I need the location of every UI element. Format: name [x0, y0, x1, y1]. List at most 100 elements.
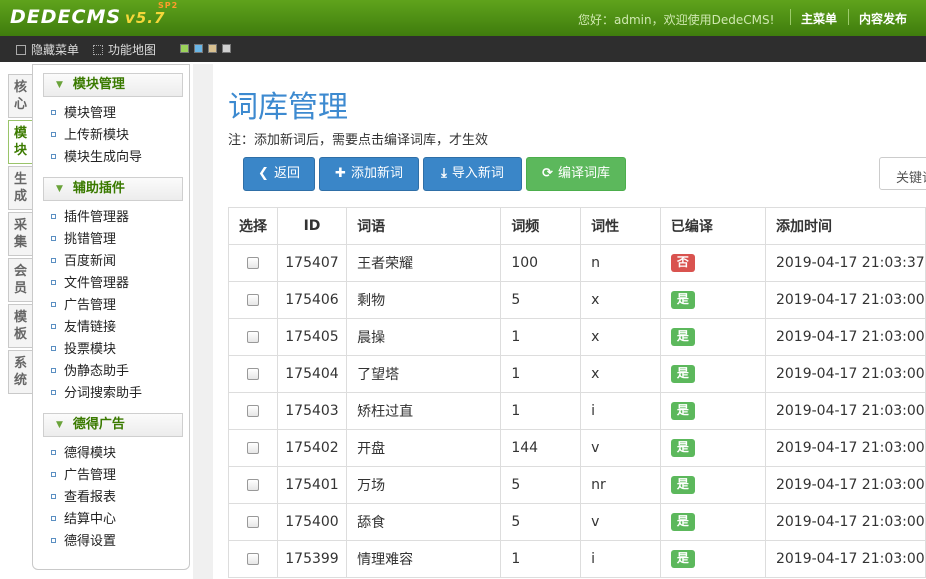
word-cell: 晨操: [346, 318, 502, 356]
pos-cell: i: [580, 392, 661, 430]
menu-group-dede-ads[interactable]: ▼ 德得广告: [43, 413, 183, 437]
menu-item[interactable]: 模块管理: [33, 103, 189, 125]
compiled-cell: 是: [659, 429, 766, 467]
tab-core[interactable]: 核心: [8, 74, 32, 118]
menu-group-plugins[interactable]: ▼ 辅助插件: [43, 177, 183, 201]
tab-label: 采集: [13, 218, 27, 250]
keyword-search-input[interactable]: 关键词: [879, 157, 926, 190]
select-cell: [228, 392, 278, 430]
tab-collect[interactable]: 采集: [8, 212, 32, 256]
add-word-button[interactable]: ✚ 添加新词: [319, 157, 419, 191]
id-cell: 175401: [276, 466, 348, 504]
compile-dictionary-button[interactable]: ⟳ 编译词库: [526, 157, 626, 191]
menu-item[interactable]: 结算中心: [33, 509, 189, 531]
menu-item[interactable]: 友情链接: [33, 317, 189, 339]
row-checkbox[interactable]: [246, 368, 259, 380]
tab-templates[interactable]: 模板: [8, 304, 32, 348]
tab-system[interactable]: 系统: [8, 350, 32, 394]
chevron-down-icon: ▼: [56, 80, 63, 90]
pos-cell: x: [580, 318, 661, 356]
main-menu-link[interactable]: 主菜单: [801, 10, 837, 27]
menu-item-label: 文件管理器: [64, 276, 130, 291]
menu-item[interactable]: 分词搜索助手: [33, 383, 189, 405]
pos-cell: x: [580, 281, 661, 319]
row-checkbox[interactable]: [246, 257, 259, 269]
tab-members[interactable]: 会员: [8, 258, 32, 302]
menu-item[interactable]: 德得设置: [33, 531, 189, 553]
theme-gray-swatch[interactable]: [222, 44, 231, 53]
bullet-icon: [51, 214, 56, 219]
site-map-button[interactable]: 功能地图: [93, 41, 156, 58]
tab-generate[interactable]: 生成: [8, 166, 32, 210]
compiled-badge: 是: [670, 291, 695, 309]
id-cell: 175405: [276, 318, 348, 356]
menu-item[interactable]: 广告管理: [33, 295, 189, 317]
welcome-text: 您好：admin，欢迎使用DedeCMS!: [578, 11, 774, 28]
site-map-label: 功能地图: [108, 43, 157, 57]
table-row: 175399 情理难容 1 i 是 2019-04-17 21:03:00: [228, 540, 926, 578]
row-checkbox[interactable]: [246, 479, 259, 491]
menu-item-label: 广告管理: [64, 468, 117, 483]
table-row: 175407 王者荣耀 100 n 否 2019-04-17 21:03:37: [228, 244, 926, 282]
menu-item[interactable]: 伪静态助手: [33, 361, 189, 383]
menu-item[interactable]: 插件管理器: [33, 207, 189, 229]
word-cell: 情理难容: [346, 540, 502, 578]
hide-menu-button[interactable]: 隐藏菜单: [16, 41, 79, 58]
tab-label: 核心: [13, 80, 27, 112]
bullet-icon: [51, 324, 56, 329]
menu-item[interactable]: 文件管理器: [33, 273, 189, 295]
menu-item[interactable]: 百度新闻: [33, 251, 189, 273]
menu-item[interactable]: 投票模块: [33, 339, 189, 361]
menu-item[interactable]: 上传新模块: [33, 125, 189, 147]
select-cell: [228, 540, 278, 578]
frequency-cell: 5: [500, 466, 582, 504]
word-cell: 开盘: [346, 429, 502, 467]
menu-item[interactable]: 查看报表: [33, 487, 189, 509]
row-checkbox[interactable]: [246, 294, 259, 306]
chevron-down-icon: ▼: [56, 184, 63, 194]
menu-item-label: 插件管理器: [64, 210, 130, 225]
menu-group-module-management[interactable]: ▼ 模块管理: [43, 73, 183, 97]
row-checkbox[interactable]: [246, 331, 259, 343]
sub-toolbar: 隐藏菜单 功能地图: [0, 36, 926, 62]
time-cell: 2019-04-17 21:03:37: [764, 244, 926, 282]
page-title: 词库管理: [228, 90, 348, 125]
import-words-button[interactable]: ⤓ 导入新词: [423, 157, 522, 191]
col-added-time: 添加时间: [764, 207, 926, 245]
top-header: DEDECMS v5.7 SP2 您好：admin，欢迎使用DedeCMS! 主菜…: [0, 0, 926, 36]
bullet-icon: [51, 132, 56, 137]
logo-text: DEDECMS: [10, 6, 122, 28]
select-cell: [228, 355, 278, 393]
row-checkbox[interactable]: [246, 405, 259, 417]
divider: [848, 9, 849, 25]
hide-menu-label: 隐藏菜单: [31, 43, 80, 57]
plus-icon: ✚: [335, 166, 346, 181]
id-cell: 175406: [276, 281, 348, 319]
theme-tan-swatch[interactable]: [208, 44, 217, 53]
row-checkbox[interactable]: [246, 553, 259, 565]
group-title: 模块管理: [72, 77, 125, 92]
bullet-icon: [51, 368, 56, 373]
row-checkbox[interactable]: [246, 442, 259, 454]
menu-item[interactable]: 德得模块: [33, 443, 189, 465]
table-row: 175403 矫枉过直 1 i 是 2019-04-17 21:03:00: [228, 392, 926, 430]
theme-green-swatch[interactable]: [180, 44, 189, 53]
content-publish-link[interactable]: 内容发布: [859, 10, 907, 27]
menu-item[interactable]: 模块生成向导: [33, 147, 189, 169]
hide-menu-icon: [16, 45, 26, 55]
frequency-cell: 144: [500, 429, 582, 467]
bullet-icon: [51, 472, 56, 477]
theme-blue-swatch[interactable]: [194, 44, 203, 53]
col-select: 选择: [228, 207, 278, 245]
tab-modules[interactable]: 模块: [8, 120, 32, 164]
pos-cell: x: [580, 355, 661, 393]
time-cell: 2019-04-17 21:03:00: [764, 355, 926, 393]
row-checkbox[interactable]: [246, 516, 259, 528]
menu-item[interactable]: 挑错管理: [33, 229, 189, 251]
menu-item[interactable]: 广告管理: [33, 465, 189, 487]
col-compiled: 已编译: [659, 207, 766, 245]
back-button[interactable]: ❮ 返回: [243, 157, 315, 191]
group-title: 德得广告: [72, 417, 125, 432]
id-cell: 175399: [276, 540, 348, 578]
table-row: 175400 舔食 5 v 是 2019-04-17 21:03:00: [228, 503, 926, 541]
